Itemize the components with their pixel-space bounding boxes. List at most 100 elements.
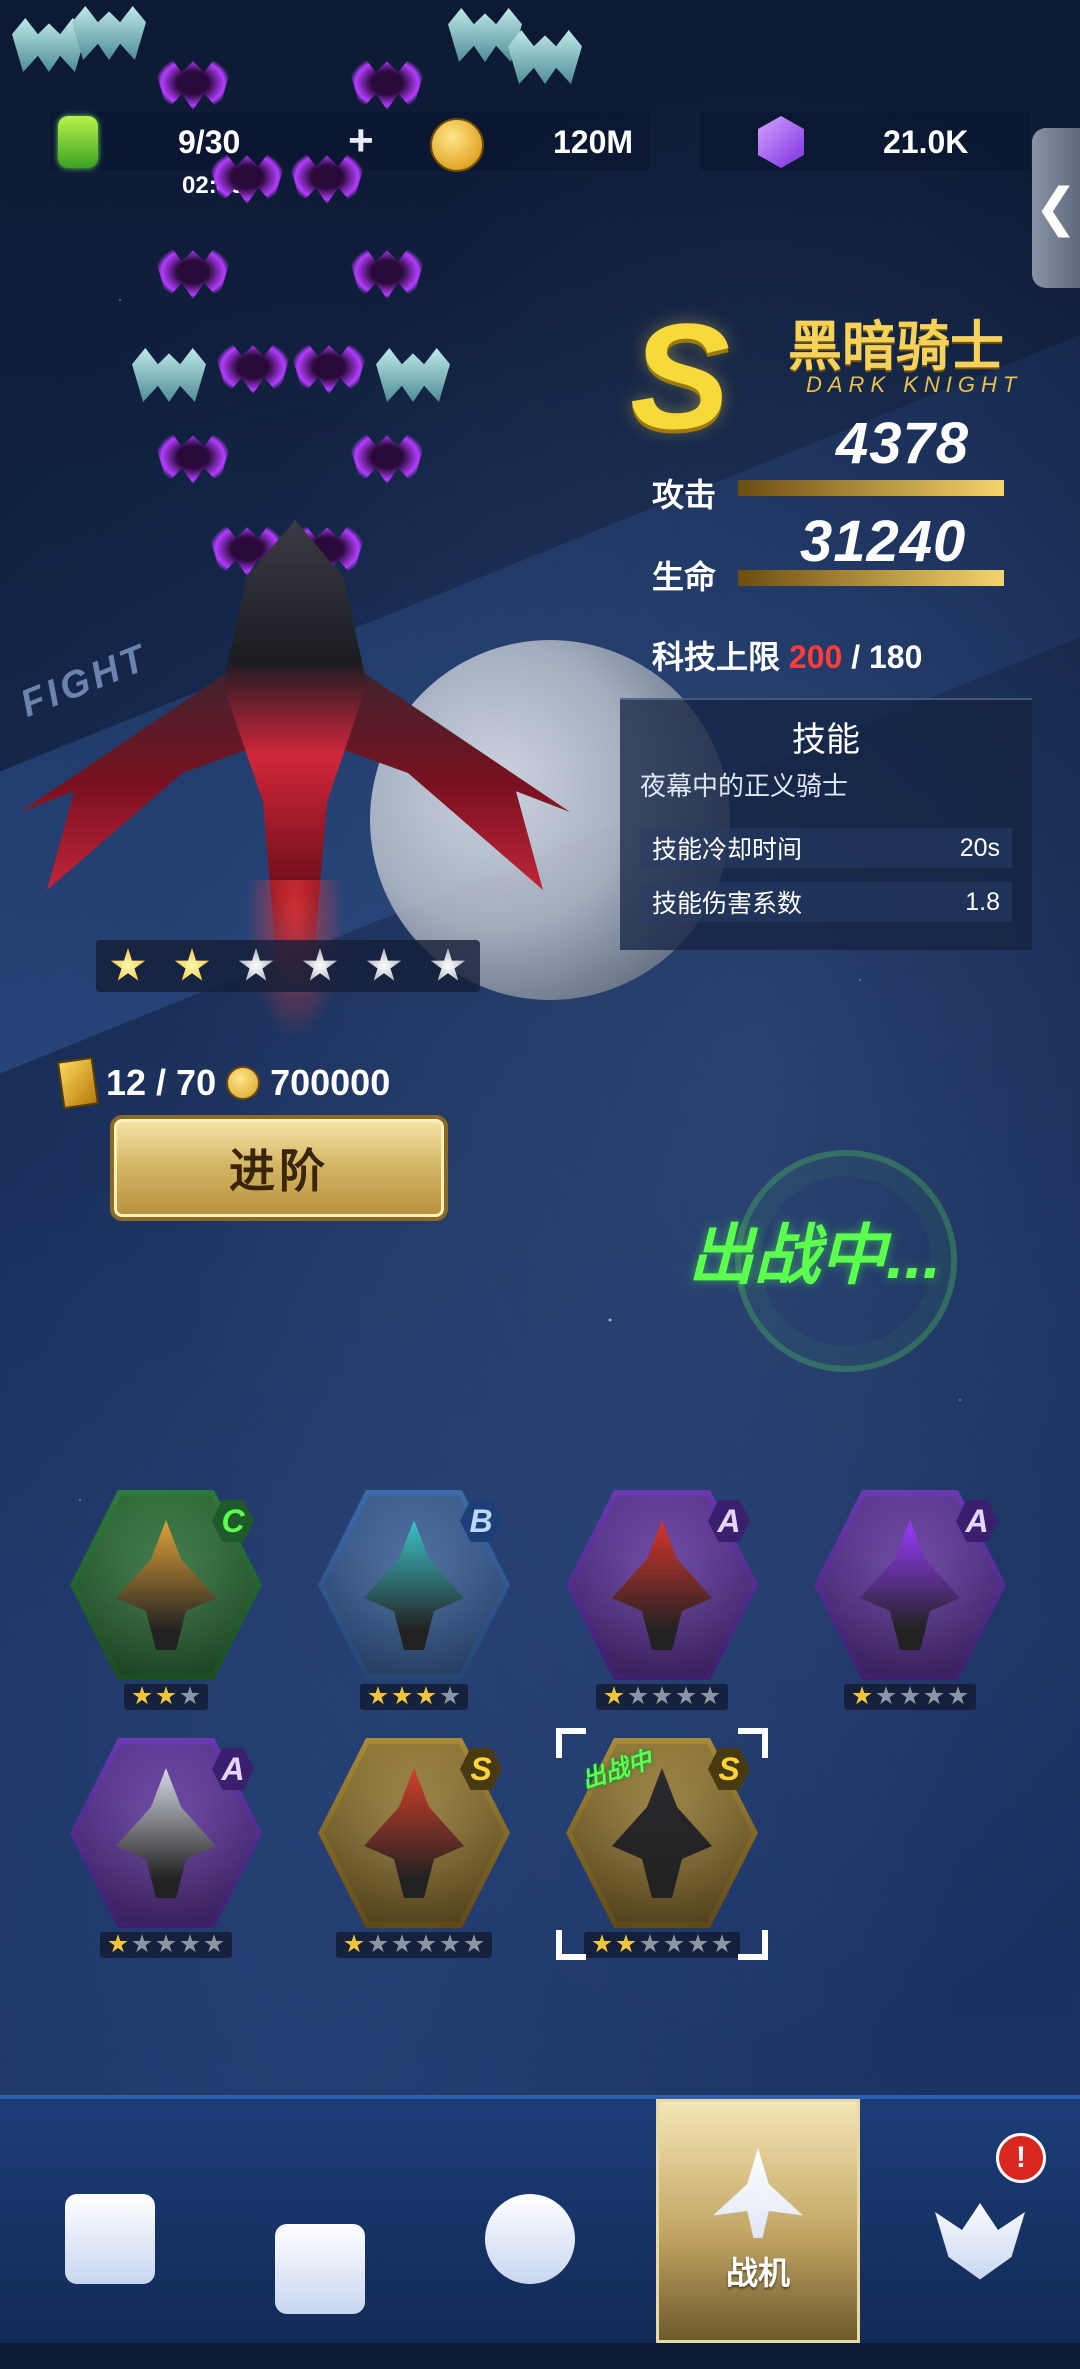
silver-star-icon (652, 1686, 672, 1705)
fleet-card[interactable]: B (318, 1490, 510, 1710)
gold-star-icon (174, 948, 210, 981)
advance-button[interactable]: 进阶 (110, 1115, 448, 1221)
star-strip (596, 1684, 728, 1710)
silver-star-icon (392, 1934, 412, 1953)
silver-star-icon (238, 948, 274, 981)
gold-star-icon (132, 1686, 152, 1705)
card-star-rating (814, 1684, 1006, 1710)
card-star-rating (566, 1684, 758, 1710)
enemy-bat-purple (290, 150, 364, 204)
gold-star-icon (108, 1934, 128, 1953)
gem-icon (758, 116, 804, 168)
fleet-card[interactable]: S 出战中 (556, 1728, 768, 1960)
silver-star-icon (628, 1686, 648, 1705)
star-strip (124, 1684, 208, 1710)
coin-icon (430, 118, 484, 172)
skill-cooldown-label: 技能冷却时间 (652, 836, 803, 864)
hp-value: 31240 (800, 509, 967, 574)
gold-star-icon (392, 1686, 412, 1705)
skill-cooldown-value: 20s (959, 833, 1000, 862)
card-star-rating (70, 1684, 262, 1710)
silver-star-icon (900, 1686, 920, 1705)
tech-separator: / (851, 639, 861, 675)
coin-icon (226, 1066, 261, 1100)
tech-max: 180 (868, 639, 923, 675)
enemy-bat-purple (156, 430, 230, 484)
nav-equipment[interactable] (220, 2169, 420, 2369)
side-panel-toggle[interactable]: ❮ (1032, 128, 1080, 288)
star-rating (96, 940, 480, 992)
nav-fighters-label: 战机 (725, 2255, 790, 2291)
silver-star-icon (948, 1686, 968, 1705)
enemy-bat-purple (350, 430, 424, 484)
fleet-card[interactable]: S (318, 1738, 510, 1958)
gold-star-icon (368, 1686, 388, 1705)
silver-star-icon (180, 1686, 200, 1705)
in-battle-status: 出战中... (688, 1218, 942, 1292)
energy-battery-icon (58, 116, 98, 168)
silver-star-icon (366, 948, 402, 981)
resource-bar: 9/30 + 120M 21.0K (48, 112, 1028, 172)
hangar-icon (65, 2194, 155, 2284)
attack-value: 4378 (836, 411, 970, 476)
skill-panel: 技能 夜幕中的正义骑士 技能冷却时间 20s 技能伤害系数 1.8 (620, 698, 1032, 950)
nav-fighters[interactable]: 战机 (656, 2099, 860, 2343)
gold-star-icon (852, 1686, 872, 1705)
star-strip (336, 1932, 492, 1958)
silver-star-icon (416, 1934, 436, 1953)
skill-damage-row: 技能伤害系数 1.8 (640, 882, 1012, 922)
hp-bar (738, 570, 1004, 586)
equipment-icon (275, 2224, 365, 2314)
ship-english-name: DARK KNIGHT (806, 372, 1023, 397)
star-strip (844, 1684, 976, 1710)
silver-star-icon (440, 1934, 460, 1953)
star-strip (360, 1684, 468, 1710)
chevron-left-icon: ❮ (1034, 179, 1078, 237)
attack-bar (738, 480, 1004, 496)
energy-count: 9/30 (178, 124, 241, 160)
silver-star-icon (676, 1686, 696, 1705)
enemy-bat-teal (376, 348, 450, 402)
enemy-bat-purple (210, 150, 284, 204)
card-star-rating (70, 1932, 262, 1958)
fighter-jet-icon (713, 2148, 803, 2238)
gold-star-icon (416, 1686, 436, 1705)
silver-star-icon (700, 1686, 720, 1705)
upgrade-coin-cost: 700000 (270, 1062, 391, 1103)
silver-star-icon (464, 1934, 484, 1953)
card-star-rating (318, 1684, 510, 1710)
fleet-card[interactable]: C (70, 1490, 262, 1710)
silver-star-icon (156, 1934, 176, 1953)
planet-icon (485, 2194, 575, 2284)
skill-description: 夜幕中的正义骑士 (640, 771, 849, 801)
silver-star-icon (368, 1934, 388, 1953)
nav-wingmen[interactable]: ! (880, 2133, 1080, 2339)
enemy-bat-purple (216, 340, 290, 394)
enemy-bat-teal (72, 6, 146, 60)
attack-label: 攻击 (652, 477, 717, 513)
silver-star-icon (924, 1686, 944, 1705)
enemy-bat-teal (132, 348, 206, 402)
coin-count: 120M (553, 124, 634, 160)
skill-cooldown-row: 技能冷却时间 20s (640, 828, 1012, 868)
nav-world[interactable] (430, 2139, 630, 2339)
star-strip (100, 1932, 232, 1958)
silver-star-icon (430, 948, 466, 981)
fleet-card[interactable]: A (566, 1490, 758, 1710)
wings-emblem-icon (935, 2203, 1025, 2280)
nav-hangar[interactable] (10, 2139, 210, 2339)
enemy-bat-purple (350, 245, 424, 299)
gold-star-icon (344, 1934, 364, 1953)
enemy-bat-purple (292, 340, 366, 394)
silver-star-icon (204, 1934, 224, 1953)
hp-label: 生命 (652, 559, 717, 595)
fleet-card[interactable]: A (70, 1738, 262, 1958)
gold-star-icon (156, 1686, 176, 1705)
enemy-bat-purple (156, 245, 230, 299)
alert-badge: ! (996, 2133, 1046, 2183)
fragment-count: 12 / 70 (106, 1062, 217, 1103)
silver-star-icon (180, 1934, 200, 1953)
fleet-card[interactable]: A (814, 1490, 1006, 1710)
skill-damage-value: 1.8 (965, 887, 1000, 916)
rank-letter: S (630, 292, 731, 460)
